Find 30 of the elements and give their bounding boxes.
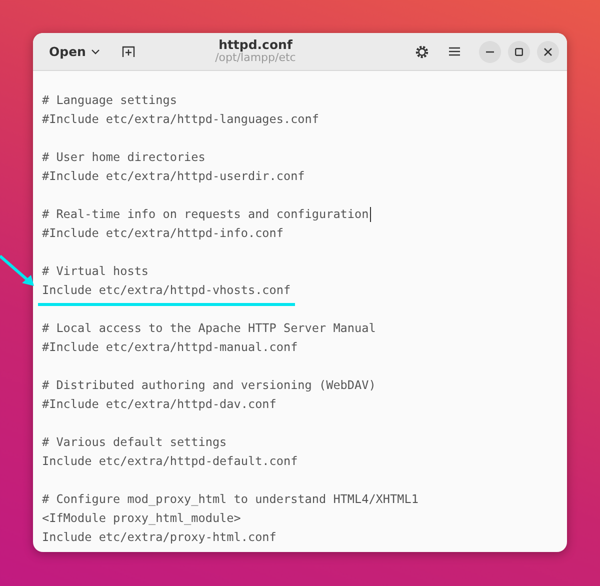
window-title: httpd.conf <box>218 38 292 52</box>
pointer-arrow <box>0 254 36 288</box>
new-tab-icon <box>122 45 136 58</box>
code-line: # User home directories <box>42 149 206 166</box>
minimize-icon <box>486 50 494 52</box>
code-line: # Language settings <box>42 92 177 109</box>
code-line: # Various default settings <box>42 434 227 451</box>
code-line: # Local access to the Apache HTTP Server Manual <box>42 320 376 337</box>
file-path: /opt/lampp/etc <box>215 52 296 65</box>
code-line: # Real-time info on requests and configuration <box>42 206 369 223</box>
code-line: Include etc/extra/httpd-vhosts.conf <box>42 282 291 299</box>
open-button[interactable]: Open <box>43 40 106 63</box>
code-line: # Configure mod_proxy_html to understand HTML4/XHTML1 <box>42 491 418 508</box>
code-line: #Include etc/extra/httpd-manual.conf <box>42 339 298 356</box>
maximize-icon <box>515 48 523 56</box>
code-line: <IfModule proxy_html_module> <box>42 510 241 527</box>
close-icon <box>544 48 552 56</box>
code-line: #Include etc/extra/httpd-info.conf <box>42 225 284 242</box>
caret-icon <box>90 48 100 54</box>
code-line: # Virtual hosts <box>42 263 149 280</box>
close-button[interactable] <box>537 40 559 62</box>
gear-icon <box>415 44 429 58</box>
code-line: #Include etc/extra/httpd-languages.conf <box>42 111 319 128</box>
code-line: #Include etc/extra/httpd-userdir.conf <box>42 168 305 185</box>
code-line: Include etc/extra/proxy-html.conf <box>42 529 276 546</box>
code-line: #Include etc/extra/httpd-dav.conf <box>42 396 276 413</box>
maximize-button[interactable] <box>508 40 530 62</box>
code-line: Include etc/extra/httpd-default.conf <box>42 453 298 470</box>
menu-icon <box>448 47 460 56</box>
code-line: # Distributed authoring and versioning (WebDAV) <box>42 377 376 394</box>
